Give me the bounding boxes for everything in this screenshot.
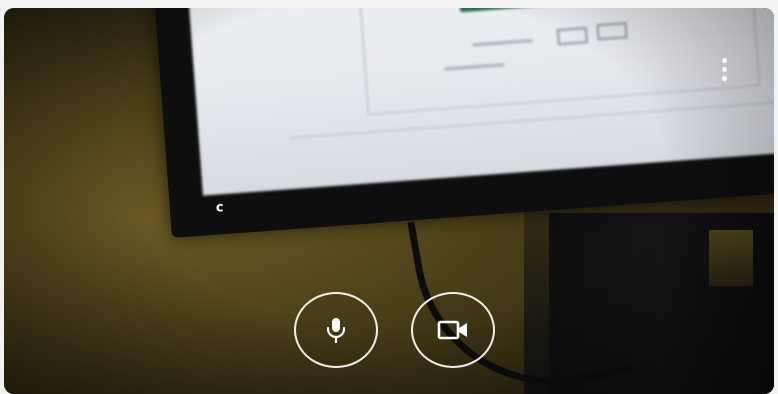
screen-card — [359, 8, 761, 116]
more-vert-icon-dot — [721, 66, 727, 72]
screen-box — [596, 22, 628, 41]
monitor-logo: c — [215, 200, 224, 216]
camera-feed-monitor-screen — [188, 8, 774, 196]
video-camera-icon — [437, 319, 469, 341]
more-vert-icon-dot — [721, 75, 727, 81]
microphone-toggle-button[interactable] — [294, 292, 378, 368]
more-vert-icon — [721, 57, 727, 63]
camera-feed-light-patch — [709, 230, 753, 286]
more-options-button[interactable] — [712, 54, 736, 84]
microphone-icon — [325, 316, 347, 344]
video-preview-frame: c — [4, 8, 774, 394]
camera-feed: c — [4, 8, 774, 394]
screen-box — [556, 27, 588, 46]
camera-toggle-button[interactable] — [411, 292, 495, 368]
